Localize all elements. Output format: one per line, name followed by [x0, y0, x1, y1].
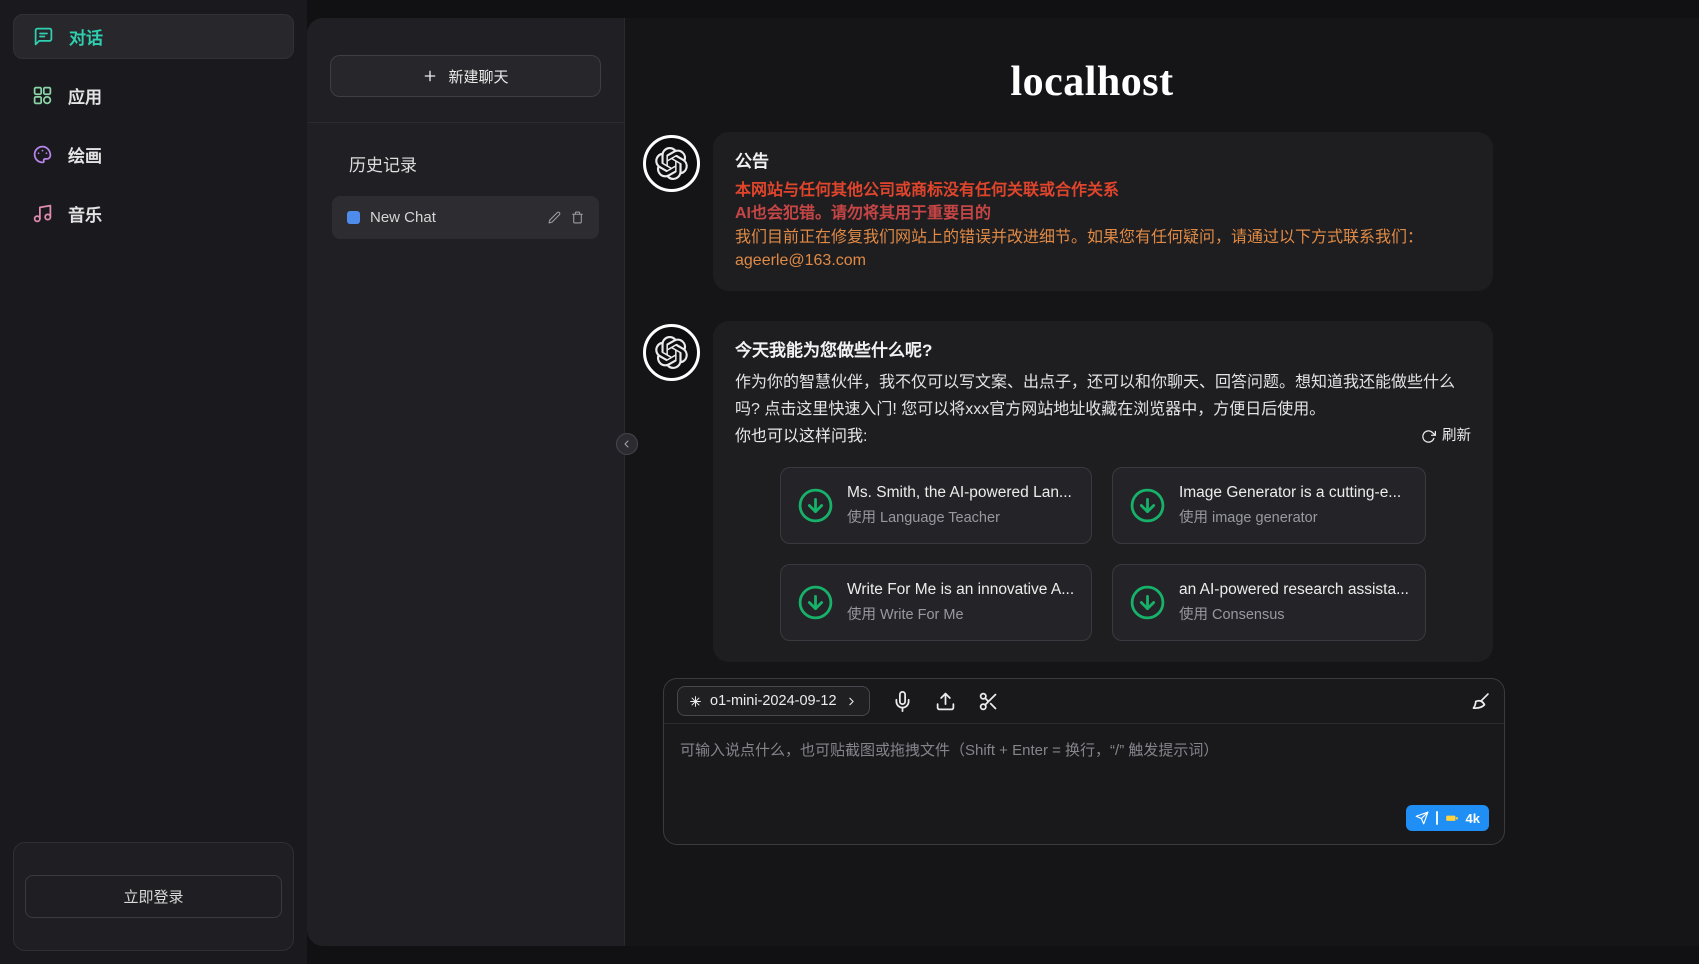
suggestion-title: Image Generator is a cutting-e... — [1179, 482, 1401, 504]
clear-context-button[interactable] — [1470, 691, 1491, 712]
battery-icon — [1445, 811, 1459, 825]
suggestion-card[interactable]: an AI-powered research assista... 使用 Con… — [1112, 564, 1426, 641]
suggestion-subtitle: 使用 Write For Me — [847, 605, 1074, 627]
sidebar-item-draw[interactable]: 绘画 — [13, 132, 294, 177]
refresh-icon — [1421, 429, 1436, 444]
model-sparkle-icon — [689, 695, 702, 708]
chat-item-title: New Chat — [370, 209, 538, 226]
suggestion-subtitle: 使用 Consensus — [1179, 605, 1409, 627]
chevron-right-icon — [845, 695, 858, 708]
welcome-heading: 今天我能为您做些什么呢? — [735, 340, 1471, 362]
sidebar-item-music[interactable]: 音乐 — [13, 191, 294, 236]
arrow-down-circle-icon — [797, 487, 834, 524]
arrow-down-circle-icon — [1129, 584, 1166, 621]
sidebar-item-apps[interactable]: 应用 — [13, 73, 294, 118]
sidebar: 对话 应用 绘画 音乐 立即登录 — [0, 0, 307, 964]
login-button[interactable]: 立即登录 — [25, 875, 282, 918]
sidebar-item-label: 应用 — [68, 83, 102, 108]
chat-list-panel: 新建聊天 历史记录 New Chat — [307, 18, 625, 946]
scissors-button[interactable] — [978, 691, 999, 712]
contact-email-link[interactable]: ageerle@163.com — [735, 252, 866, 269]
app-root: 对话 应用 绘画 音乐 立即登录 — [0, 0, 1699, 964]
notice-line-3: 我们目前正在修复我们网站上的错误并改进细节。如果您有任何疑问，请通过以下方式联系… — [735, 227, 1471, 249]
trash-icon[interactable] — [571, 211, 584, 224]
music-note-icon — [32, 203, 53, 224]
broom-icon — [1470, 691, 1491, 712]
upload-button[interactable] — [935, 691, 956, 712]
apps-grid-icon — [32, 85, 53, 106]
chat-color-dot-icon — [347, 211, 360, 224]
chat-bubble-icon — [33, 26, 54, 47]
message-row: 今天我能为您做些什么呢? 作为你的智慧伙伴，我不仅可以写文案、出点子，还可以和你… — [643, 321, 1541, 663]
notice-heading: 公告 — [735, 151, 1471, 173]
login-panel: 立即登录 — [13, 842, 294, 951]
refresh-button[interactable]: 刷新 — [1421, 423, 1471, 450]
chat-list-header: 新建聊天 — [307, 18, 624, 123]
refresh-label: 刷新 — [1442, 423, 1471, 450]
openai-logo-icon — [655, 336, 688, 369]
token-count: 4k — [1466, 811, 1480, 826]
main-chat-area: localhost 公告 本网站与任何其他公司或商标没有任何关联或合作关系 AI… — [625, 18, 1699, 946]
openai-logo-icon — [655, 147, 688, 180]
message-row: 公告 本网站与任何其他公司或商标没有任何关联或合作关系 AI也会犯错。请勿将其用… — [643, 132, 1541, 291]
suggestion-grid: Ms. Smith, the AI-powered Lan... 使用 Lang… — [780, 467, 1426, 641]
welcome-body: 作为你的智慧伙伴，我不仅可以写文案、出点子，还可以和你聊天、回答问题。想知道我还… — [735, 369, 1471, 423]
badge-divider — [1436, 811, 1438, 825]
suggestion-card[interactable]: Image Generator is a cutting-e... 使用 ima… — [1112, 467, 1426, 544]
notice-line-1: 本网站与任何其他公司或商标没有任何关联或合作关系 — [735, 180, 1471, 202]
edit-icon[interactable] — [548, 211, 561, 224]
sidebar-item-label: 音乐 — [68, 201, 102, 226]
suggestion-card[interactable]: Write For Me is an innovative A... 使用 Wr… — [780, 564, 1092, 641]
palette-icon — [32, 144, 53, 165]
mic-icon — [892, 691, 913, 712]
chat-list-item[interactable]: New Chat — [332, 196, 599, 239]
suggestion-subtitle: 使用 image generator — [1179, 508, 1401, 530]
arrow-down-circle-icon — [797, 584, 834, 621]
suggestion-title: an AI-powered research assista... — [1179, 579, 1409, 601]
message-input[interactable] — [664, 724, 1504, 810]
composer: o1-mini-2024-09-12 — [663, 678, 1505, 845]
welcome-bubble: 今天我能为您做些什么呢? 作为你的智慧伙伴，我不仅可以写文案、出点子，还可以和你… — [713, 321, 1493, 663]
new-chat-label: 新建聊天 — [448, 66, 508, 87]
suggestion-title: Write For Me is an innovative A... — [847, 579, 1074, 601]
send-plane-icon — [1415, 811, 1429, 825]
history-title: 历史记录 — [349, 151, 624, 176]
scissors-icon — [978, 691, 999, 712]
assistant-avatar — [643, 324, 700, 381]
chevron-left-icon — [621, 438, 633, 450]
new-chat-button[interactable]: 新建聊天 — [330, 55, 601, 97]
model-label: o1-mini-2024-09-12 — [710, 693, 837, 709]
sidebar-item-label: 对话 — [69, 24, 103, 49]
suggestion-card[interactable]: Ms. Smith, the AI-powered Lan... 使用 Lang… — [780, 467, 1092, 544]
model-selector[interactable]: o1-mini-2024-09-12 — [677, 686, 870, 716]
suggestion-title: Ms. Smith, the AI-powered Lan... — [847, 482, 1072, 504]
notice-bubble: 公告 本网站与任何其他公司或商标没有任何关联或合作关系 AI也会犯错。请勿将其用… — [713, 132, 1493, 291]
send-button[interactable]: 4k — [1406, 805, 1489, 831]
composer-toolbar: o1-mini-2024-09-12 — [664, 679, 1504, 724]
chat-column: localhost 公告 本网站与任何其他公司或商标没有任何关联或合作关系 AI… — [643, 58, 1541, 845]
sidebar-item-label: 绘画 — [68, 142, 102, 167]
page-title: localhost — [643, 58, 1541, 106]
ask-hint: 你也可以这样问我: — [735, 423, 867, 450]
notice-line-2: AI也会犯错。请勿将其用于重要目的 — [735, 203, 1471, 225]
chat-item-actions — [548, 211, 584, 224]
plus-icon — [422, 68, 438, 84]
upload-icon — [935, 691, 956, 712]
mic-button[interactable] — [892, 691, 913, 712]
assistant-avatar — [643, 135, 700, 192]
suggestion-subtitle: 使用 Language Teacher — [847, 508, 1072, 530]
sidebar-item-chat[interactable]: 对话 — [13, 14, 294, 59]
collapse-sidebar-button[interactable] — [616, 433, 638, 455]
arrow-down-circle-icon — [1129, 487, 1166, 524]
chat-window: 新建聊天 历史记录 New Chat — [307, 18, 1699, 946]
